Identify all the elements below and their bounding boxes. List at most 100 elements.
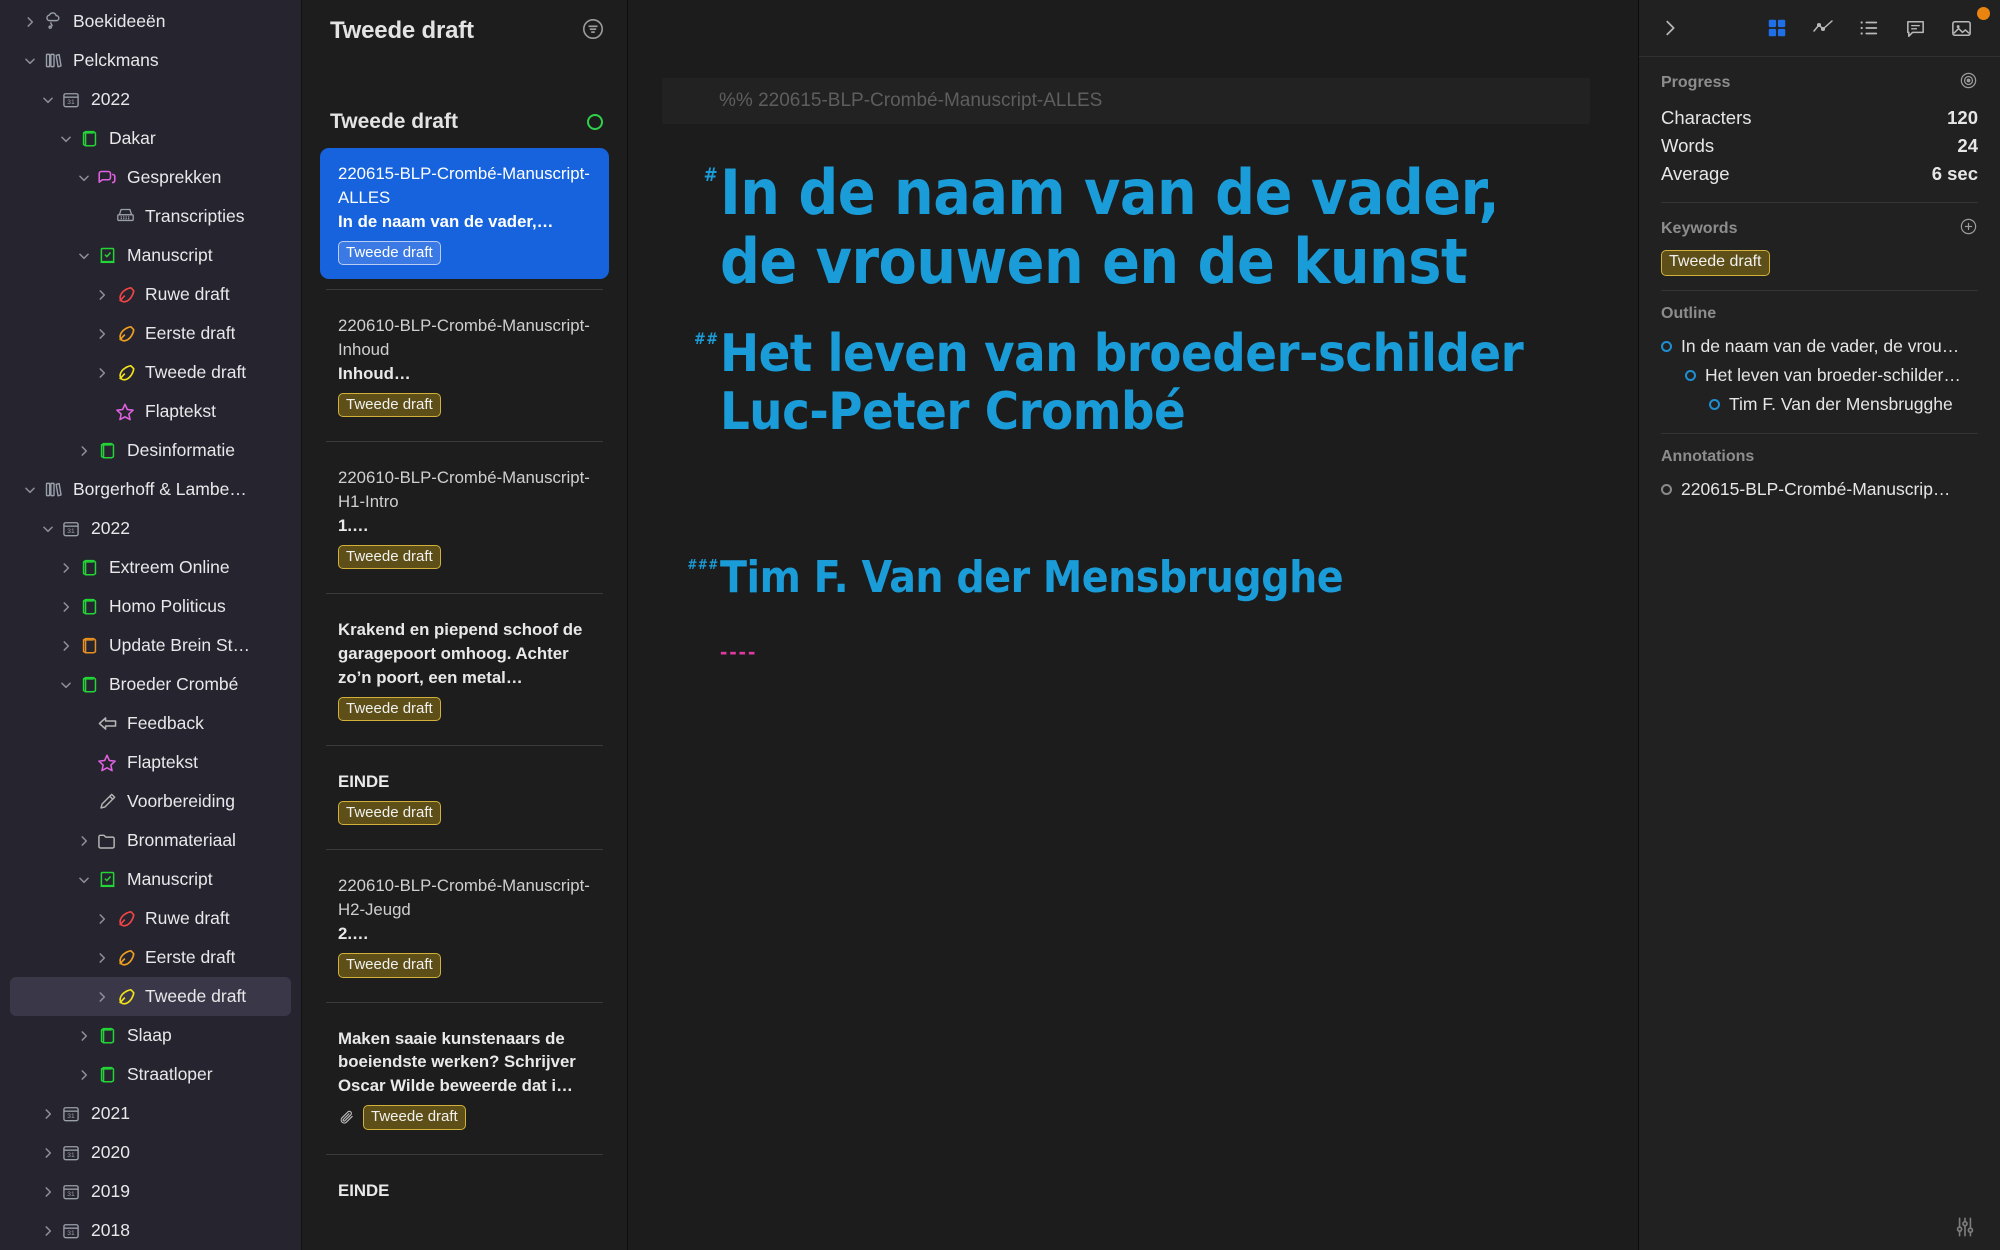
sort-lines-icon[interactable] bbox=[581, 17, 605, 46]
note-list-item[interactable]: Maken saaie kunstenaars de boeiendste we… bbox=[320, 1013, 609, 1144]
tree-item-ruwe-draft[interactable]: Ruwe draft bbox=[10, 275, 291, 314]
chevron-down-icon[interactable] bbox=[74, 249, 94, 263]
note-list-item[interactable]: Krakend en piepend schoof de garagepoort… bbox=[320, 604, 609, 735]
inspector-panel[interactable]: Progress Characters 120 Words 24 Average 6 se… bbox=[1638, 0, 2000, 1250]
tree-item-2021[interactable]: 31 2021 bbox=[10, 1094, 291, 1133]
tree-item-boekidee-n[interactable]: Boekideeën bbox=[10, 2, 291, 41]
annotation-item[interactable]: 220615-BLP-Crombé-Manuscrip… bbox=[1661, 475, 1978, 504]
tree-item-homo-politicus[interactable]: Homo Politicus bbox=[10, 587, 291, 626]
note-list-item[interactable]: EINDE bbox=[320, 1165, 609, 1217]
chevron-right-icon[interactable] bbox=[92, 951, 112, 965]
note-list-header: Tweede draft bbox=[302, 0, 627, 62]
outline-item[interactable]: In de naam van de vader, de vrou… bbox=[1661, 332, 1978, 361]
note-list-item[interactable]: 220610-BLP-Crombé-Manuscript-H2-Jeugd 2.…… bbox=[320, 860, 609, 991]
tree-item-voorbereiding[interactable]: Voorbereiding bbox=[10, 782, 291, 821]
chevron-down-icon[interactable] bbox=[56, 678, 76, 692]
tree-item-borgerhoff-lambe[interactable]: Borgerhoff & Lambe… bbox=[10, 470, 291, 509]
note-tag[interactable]: Tweede draft bbox=[338, 240, 441, 266]
tree-item-bronmateriaal[interactable]: Bronmateriaal bbox=[10, 821, 291, 860]
tree-item-slaap[interactable]: Slaap bbox=[10, 1016, 291, 1055]
project-tree-sidebar[interactable]: Boekideeën Pelckmans 31 2022 Dakar Gesprekken… bbox=[0, 0, 302, 1250]
note-tag[interactable]: Tweede draft bbox=[338, 696, 441, 722]
chevron-right-icon[interactable] bbox=[38, 1185, 58, 1199]
chevron-right-icon[interactable] bbox=[92, 366, 112, 380]
tree-item-transcripties[interactable]: Transcripties bbox=[10, 197, 291, 236]
tree-item-label: Transcripties bbox=[145, 206, 245, 226]
chevron-down-icon[interactable] bbox=[74, 171, 94, 185]
chart-line-icon[interactable] bbox=[1800, 8, 1846, 48]
chevron-right-icon[interactable] bbox=[38, 1146, 58, 1160]
heading-level-1[interactable]: # In de naam van de vader, de vrouwen en … bbox=[704, 158, 1578, 297]
outline-item[interactable]: Het leven van broeder-schilder… bbox=[1661, 361, 1978, 390]
heading-level-3[interactable]: ### Tim F. Van der Mensbrugghe bbox=[687, 553, 1578, 602]
heading-level-2[interactable]: ## Het leven van broeder-schilder Luc-Pet… bbox=[694, 325, 1578, 442]
tree-item-flaptekst[interactable]: Flaptekst bbox=[10, 392, 291, 431]
target-icon[interactable] bbox=[1959, 71, 1978, 95]
tree-item-label: Manuscript bbox=[127, 245, 213, 265]
note-list-item[interactable]: 220615-BLP-Crombé-Manuscript-ALLES In de … bbox=[320, 148, 609, 280]
tree-item-2022[interactable]: 31 2022 bbox=[10, 509, 291, 548]
chevron-right-icon[interactable] bbox=[92, 327, 112, 341]
chevron-down-icon[interactable] bbox=[20, 483, 40, 497]
sliders-icon[interactable] bbox=[1952, 1214, 1978, 1245]
note-list-item[interactable]: 220610-BLP-Crombé-Manuscript-Inhoud Inhou… bbox=[320, 300, 609, 431]
chevron-right-icon[interactable] bbox=[74, 444, 94, 458]
list-icon[interactable] bbox=[1846, 8, 1892, 48]
chevron-right-icon[interactable] bbox=[38, 1224, 58, 1238]
chevron-right-icon[interactable] bbox=[92, 912, 112, 926]
chevron-right-icon[interactable] bbox=[56, 561, 76, 575]
tree-item-tweede-draft[interactable]: Tweede draft bbox=[10, 977, 291, 1016]
tree-item-straatloper[interactable]: Straatloper bbox=[10, 1055, 291, 1094]
tree-item-2019[interactable]: 31 2019 bbox=[10, 1172, 291, 1211]
comment-icon[interactable] bbox=[1892, 8, 1938, 48]
chevron-down-icon[interactable] bbox=[56, 132, 76, 146]
grid-icon[interactable] bbox=[1754, 8, 1800, 48]
chevron-right-icon[interactable] bbox=[56, 600, 76, 614]
tree-item-feedback[interactable]: Feedback bbox=[10, 704, 291, 743]
tree-item-eerste-draft[interactable]: Eerste draft bbox=[10, 938, 291, 977]
chevron-down-icon[interactable] bbox=[20, 54, 40, 68]
chevron-right-icon[interactable] bbox=[92, 990, 112, 1004]
tree-item-update-brein-st[interactable]: Update Brein St… bbox=[10, 626, 291, 665]
chevron-right-icon[interactable] bbox=[1659, 17, 1681, 39]
note-tag[interactable]: Tweede draft bbox=[338, 544, 441, 570]
document-body[interactable]: # In de naam van de vader, de vrouwen en … bbox=[628, 124, 1638, 665]
note-list-panel[interactable]: Tweede draft Tweede draft 220615-BLP-Cro… bbox=[302, 0, 628, 1250]
tree-item-dakar[interactable]: Dakar bbox=[10, 119, 291, 158]
tree-item-gesprekken[interactable]: Gesprekken bbox=[10, 158, 291, 197]
chevron-right-icon[interactable] bbox=[74, 1068, 94, 1082]
chevron-right-icon[interactable] bbox=[20, 15, 40, 29]
markdown-editor[interactable]: %% 220615-BLP-Crombé-Manuscript-ALLES # I… bbox=[628, 0, 1638, 1250]
chevron-right-icon[interactable] bbox=[74, 1029, 94, 1043]
chevron-down-icon[interactable] bbox=[74, 873, 94, 887]
tree-item-2018[interactable]: 31 2018 bbox=[10, 1211, 291, 1250]
tree-item-broeder-cromb[interactable]: Broeder Crombé bbox=[10, 665, 291, 704]
tree-item-tweede-draft[interactable]: Tweede draft bbox=[10, 353, 291, 392]
chevron-right-icon[interactable] bbox=[56, 639, 76, 653]
tree-item-2020[interactable]: 31 2020 bbox=[10, 1133, 291, 1172]
note-list-item[interactable]: EINDE Tweede draft bbox=[320, 756, 609, 839]
note-list-item[interactable]: 220610-BLP-Crombé-Manuscript-H1-Intro 1.…… bbox=[320, 452, 609, 583]
tree-item-2022[interactable]: 31 2022 bbox=[10, 80, 291, 119]
note-tag[interactable]: Tweede draft bbox=[338, 392, 441, 418]
note-tag[interactable]: Tweede draft bbox=[338, 953, 441, 978]
chevron-down-icon[interactable] bbox=[38, 522, 58, 536]
tree-item-pelckmans[interactable]: Pelckmans bbox=[10, 41, 291, 80]
tree-item-extreem-online[interactable]: Extreem Online bbox=[10, 548, 291, 587]
tree-item-desinformatie[interactable]: Desinformatie bbox=[10, 431, 291, 470]
tree-item-eerste-draft[interactable]: Eerste draft bbox=[10, 314, 291, 353]
chevron-down-icon[interactable] bbox=[38, 93, 58, 107]
star-icon bbox=[94, 752, 120, 774]
tree-item-manuscript[interactable]: Manuscript bbox=[10, 236, 291, 275]
chevron-right-icon[interactable] bbox=[92, 288, 112, 302]
note-tag[interactable]: Tweede draft bbox=[338, 800, 441, 826]
chevron-right-icon[interactable] bbox=[38, 1107, 58, 1121]
tree-item-ruwe-draft[interactable]: Ruwe draft bbox=[10, 899, 291, 938]
note-tag[interactable]: Tweede draft bbox=[363, 1105, 466, 1130]
outline-item[interactable]: Tim F. Van der Mensbrugghe bbox=[1661, 390, 1978, 419]
keyword-tag[interactable]: Tweede draft bbox=[1661, 250, 1770, 276]
chevron-right-icon[interactable] bbox=[74, 834, 94, 848]
plus-circle-icon[interactable] bbox=[1959, 217, 1978, 241]
tree-item-manuscript[interactable]: Manuscript bbox=[10, 860, 291, 899]
tree-item-flaptekst[interactable]: Flaptekst bbox=[10, 743, 291, 782]
